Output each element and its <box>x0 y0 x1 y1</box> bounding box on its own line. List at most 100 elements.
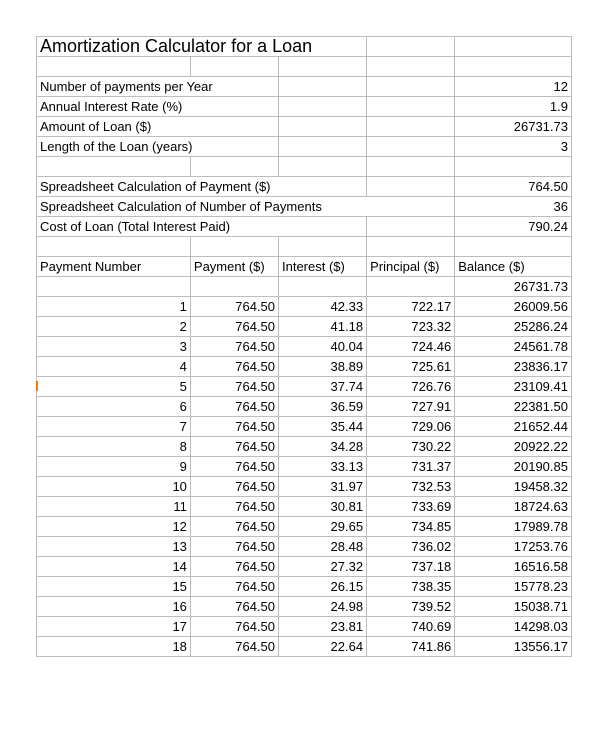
cell-bal[interactable]: 14298.03 <box>455 617 572 637</box>
cell-int[interactable]: 22.64 <box>279 637 367 657</box>
cell-pn[interactable]: 14 <box>37 557 191 577</box>
cell[interactable] <box>367 117 455 137</box>
cell-int[interactable]: 27.32 <box>279 557 367 577</box>
cell[interactable] <box>190 277 278 297</box>
cell-prin[interactable]: 737.18 <box>367 557 455 577</box>
cell[interactable] <box>190 157 278 177</box>
cell-pn[interactable]: 17 <box>37 617 191 637</box>
cell-pn[interactable]: 7 <box>37 417 191 437</box>
cell[interactable] <box>279 157 367 177</box>
cell[interactable] <box>37 277 191 297</box>
cell[interactable] <box>367 277 455 297</box>
cell-pay[interactable]: 764.50 <box>190 537 278 557</box>
cell-int[interactable]: 40.04 <box>279 337 367 357</box>
cell[interactable] <box>37 57 191 77</box>
cell[interactable] <box>37 157 191 177</box>
cell-bal[interactable]: 23836.17 <box>455 357 572 377</box>
cell-pay[interactable]: 764.50 <box>190 457 278 477</box>
cell-pn[interactable]: 2 <box>37 317 191 337</box>
cell-pay[interactable]: 764.50 <box>190 377 278 397</box>
cell-pay[interactable]: 764.50 <box>190 317 278 337</box>
cell[interactable] <box>367 217 455 237</box>
cell[interactable] <box>190 237 278 257</box>
cell-pn[interactable]: 5 <box>37 377 191 397</box>
cell-bal[interactable]: 13556.17 <box>455 637 572 657</box>
cell-pay[interactable]: 764.50 <box>190 637 278 657</box>
cell-bal[interactable]: 16516.58 <box>455 557 572 577</box>
start-balance[interactable]: 26731.73 <box>455 277 572 297</box>
cell-pn[interactable]: 8 <box>37 437 191 457</box>
cell[interactable] <box>367 57 455 77</box>
cell-int[interactable]: 29.65 <box>279 517 367 537</box>
cell-int[interactable]: 23.81 <box>279 617 367 637</box>
cell-pay[interactable]: 764.50 <box>190 417 278 437</box>
cell-pn[interactable]: 1 <box>37 297 191 317</box>
cell[interactable] <box>279 57 367 77</box>
cell-prin[interactable]: 736.02 <box>367 537 455 557</box>
cell-pay[interactable]: 764.50 <box>190 517 278 537</box>
cell-int[interactable]: 30.81 <box>279 497 367 517</box>
value[interactable]: 3 <box>455 137 572 157</box>
cell-bal[interactable]: 20922.22 <box>455 437 572 457</box>
cell-pay[interactable]: 764.50 <box>190 397 278 417</box>
value[interactable]: 764.50 <box>455 177 572 197</box>
cell-bal[interactable]: 26009.56 <box>455 297 572 317</box>
cell-prin[interactable]: 726.76 <box>367 377 455 397</box>
cell-prin[interactable]: 734.85 <box>367 517 455 537</box>
cell[interactable] <box>455 37 572 57</box>
cell-pay[interactable]: 764.50 <box>190 437 278 457</box>
cell-prin[interactable]: 741.86 <box>367 637 455 657</box>
cell[interactable] <box>367 157 455 177</box>
value[interactable]: 26731.73 <box>455 117 572 137</box>
cell-pay[interactable]: 764.50 <box>190 337 278 357</box>
cell-bal[interactable]: 17253.76 <box>455 537 572 557</box>
cell-prin[interactable]: 724.46 <box>367 337 455 357</box>
cell[interactable] <box>279 97 367 117</box>
cell-bal[interactable]: 22381.50 <box>455 397 572 417</box>
cell-pn[interactable]: 3 <box>37 337 191 357</box>
cell-pay[interactable]: 764.50 <box>190 357 278 377</box>
cell-int[interactable]: 41.18 <box>279 317 367 337</box>
cell-bal[interactable]: 15038.71 <box>455 597 572 617</box>
cell[interactable] <box>279 77 367 97</box>
cell-bal[interactable]: 24561.78 <box>455 337 572 357</box>
cell-int[interactable]: 26.15 <box>279 577 367 597</box>
cell-int[interactable]: 42.33 <box>279 297 367 317</box>
cell-bal[interactable]: 20190.85 <box>455 457 572 477</box>
cell-bal[interactable]: 18724.63 <box>455 497 572 517</box>
cell-pn[interactable]: 12 <box>37 517 191 537</box>
cell-prin[interactable]: 723.32 <box>367 317 455 337</box>
cell-int[interactable]: 35.44 <box>279 417 367 437</box>
cell-bal[interactable]: 15778.23 <box>455 577 572 597</box>
cell-int[interactable]: 34.28 <box>279 437 367 457</box>
cell[interactable] <box>279 237 367 257</box>
cell-bal[interactable]: 25286.24 <box>455 317 572 337</box>
cell-prin[interactable]: 740.69 <box>367 617 455 637</box>
cell-int[interactable]: 36.59 <box>279 397 367 417</box>
value[interactable]: 1.9 <box>455 97 572 117</box>
cell-bal[interactable]: 17989.78 <box>455 517 572 537</box>
cell-bal[interactable]: 19458.32 <box>455 477 572 497</box>
cell-prin[interactable]: 739.52 <box>367 597 455 617</box>
cell-prin[interactable]: 732.53 <box>367 477 455 497</box>
cell[interactable] <box>190 57 278 77</box>
cell-prin[interactable]: 722.17 <box>367 297 455 317</box>
value[interactable]: 36 <box>455 197 572 217</box>
cell[interactable] <box>455 57 572 77</box>
cell[interactable] <box>37 237 191 257</box>
cell[interactable] <box>279 277 367 297</box>
cell-pn[interactable]: 11 <box>37 497 191 517</box>
cell-prin[interactable]: 725.61 <box>367 357 455 377</box>
cell-pn[interactable]: 4 <box>37 357 191 377</box>
cell-int[interactable]: 24.98 <box>279 597 367 617</box>
cell-pay[interactable]: 764.50 <box>190 577 278 597</box>
cell-prin[interactable]: 730.22 <box>367 437 455 457</box>
cell-pay[interactable]: 764.50 <box>190 297 278 317</box>
cell-pn[interactable]: 6 <box>37 397 191 417</box>
cell-pay[interactable]: 764.50 <box>190 597 278 617</box>
cell[interactable] <box>279 117 367 137</box>
cell-prin[interactable]: 727.91 <box>367 397 455 417</box>
cell[interactable] <box>367 77 455 97</box>
cell-bal[interactable]: 23109.41 <box>455 377 572 397</box>
cell-pay[interactable]: 764.50 <box>190 557 278 577</box>
